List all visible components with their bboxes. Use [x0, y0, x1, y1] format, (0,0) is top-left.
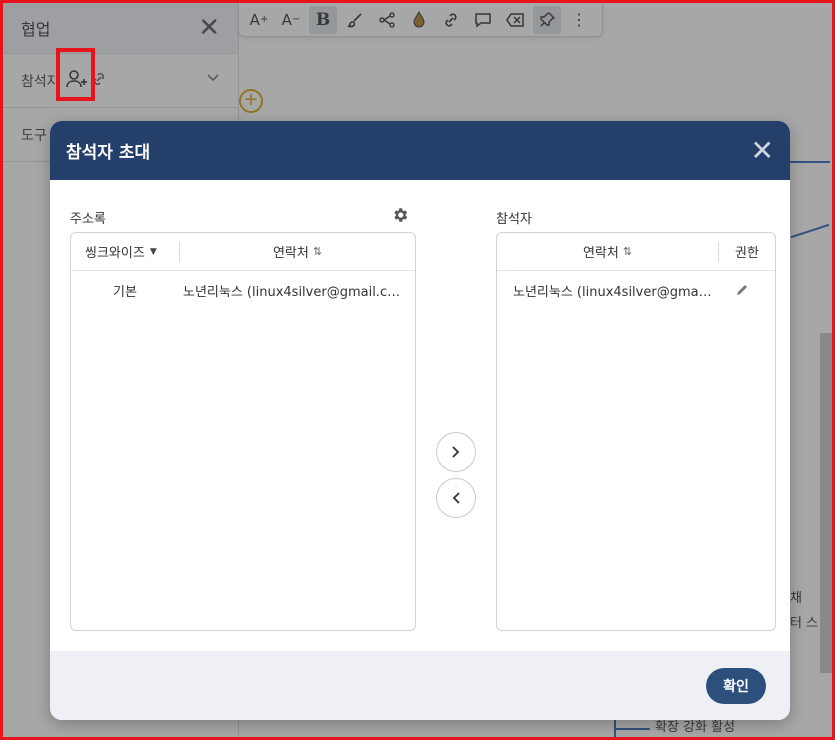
- dialog-header: 참석자 초대 ✕: [50, 121, 790, 180]
- table-row[interactable]: 노년리눅스 (linux4silver@gmail.com): [497, 271, 775, 309]
- sort-icon[interactable]: ⇅: [313, 245, 322, 258]
- column-label: 연락처: [272, 246, 309, 261]
- invite-participants-dialog: 참석자 초대 ✕ 주소록 씽크와이즈 ▼ 연락처 ⇅ 기본 노년리눅스 (lin…: [50, 121, 790, 720]
- dialog-footer: 확인: [50, 651, 790, 720]
- move-right-button[interactable]: [436, 432, 476, 472]
- address-book-label: 주소록: [70, 212, 106, 227]
- address-book-table: 씽크와이즈 ▼ 연락처 ⇅ 기본 노년리눅스 (linux4silver@gma…: [70, 232, 416, 631]
- contact-cell: 노년리눅스 (linux4silver@gmail.com): [183, 284, 405, 300]
- confirm-button[interactable]: 확인: [706, 667, 766, 704]
- contact-column-header[interactable]: 연락처 ⇅: [180, 242, 415, 261]
- group-filter-label: 씽크와이즈: [85, 246, 145, 261]
- chevron-left-icon: [452, 492, 460, 504]
- close-icon[interactable]: ✕: [751, 136, 774, 165]
- participants-table: 연락처 ⇅ 권한 노년리눅스 (linux4silver@gmail.com): [496, 232, 776, 631]
- permission-column-header: 권한: [735, 246, 759, 261]
- dialog-body: 주소록 씽크와이즈 ▼ 연락처 ⇅ 기본 노년리눅스 (linux4silver…: [50, 180, 790, 651]
- contact-cell: 노년리눅스 (linux4silver@gmail.com): [513, 284, 713, 300]
- column-label: 연락처: [582, 246, 619, 261]
- table-header: 연락처 ⇅ 권한: [497, 233, 775, 271]
- group-filter-dropdown[interactable]: 씽크와이즈 ▼: [71, 242, 179, 261]
- highlight-box: [56, 48, 95, 101]
- dialog-title: 참석자 초대: [66, 143, 151, 163]
- group-cell: 기본: [113, 284, 137, 300]
- table-row[interactable]: 기본 노년리눅스 (linux4silver@gmail.com): [71, 271, 415, 309]
- chevron-right-icon: [452, 446, 460, 458]
- edit-permission-icon[interactable]: [713, 283, 771, 297]
- gear-icon[interactable]: [391, 206, 409, 228]
- caret-down-icon: ▼: [149, 246, 157, 257]
- table-header: 씽크와이즈 ▼ 연락처 ⇅: [71, 233, 415, 271]
- sort-icon[interactable]: ⇅: [623, 245, 632, 258]
- participants-label: 참석자: [496, 212, 532, 227]
- move-left-button[interactable]: [436, 478, 476, 518]
- contact-column-header[interactable]: 연락처 ⇅: [497, 242, 718, 261]
